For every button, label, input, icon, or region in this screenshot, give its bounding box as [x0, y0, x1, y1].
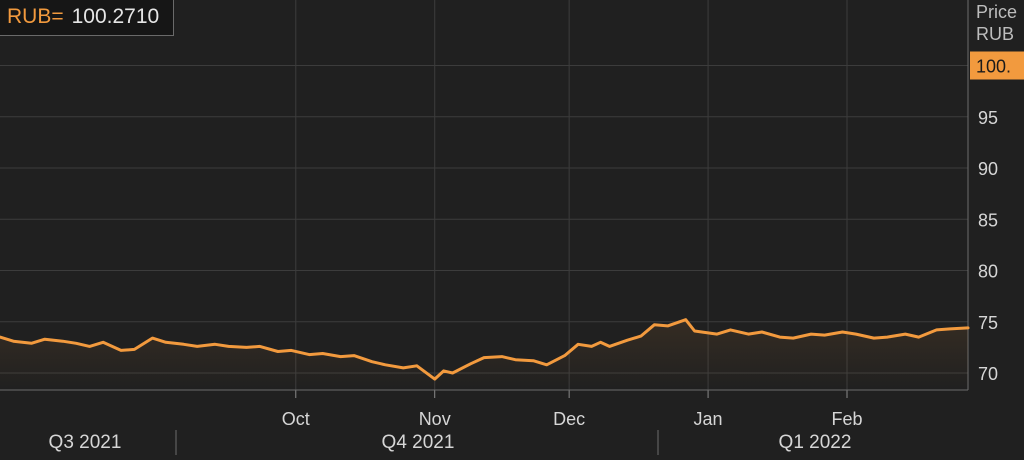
y-tick-label: 70: [978, 364, 998, 384]
ticker-value: 100.2710: [71, 5, 160, 28]
y-tick-label: 80: [978, 262, 998, 282]
x-tick-label: Jan: [694, 409, 723, 429]
ticker-symbol: RUB=: [7, 5, 64, 28]
last-value-badge-text: 100.: [976, 57, 1011, 77]
y-tick-label: 90: [978, 159, 998, 179]
y-axis-title: RUB: [976, 24, 1014, 44]
quarter-label: Q4 2021: [382, 432, 455, 453]
y-tick-label: 75: [978, 313, 998, 333]
series-area: [0, 319, 968, 390]
y-tick-label: 95: [978, 108, 998, 128]
x-tick-label: Nov: [419, 409, 451, 429]
x-tick-label: Feb: [831, 409, 862, 429]
y-axis-title: Price: [976, 2, 1017, 22]
quarter-label: Q1 2022: [779, 432, 852, 453]
rub-price-chart: 70 75 80 85 90 95 Oct Nov Dec Jan Feb Q3 2021 Q4 202…: [0, 0, 1024, 455]
quarter-label: Q3 2021: [49, 432, 122, 453]
x-tick-label: Oct: [282, 409, 310, 429]
ticker-quote-box: RUB= 100.2710: [0, 0, 175, 36]
x-tick-label: Dec: [553, 409, 585, 429]
y-tick-label: 85: [978, 210, 998, 230]
